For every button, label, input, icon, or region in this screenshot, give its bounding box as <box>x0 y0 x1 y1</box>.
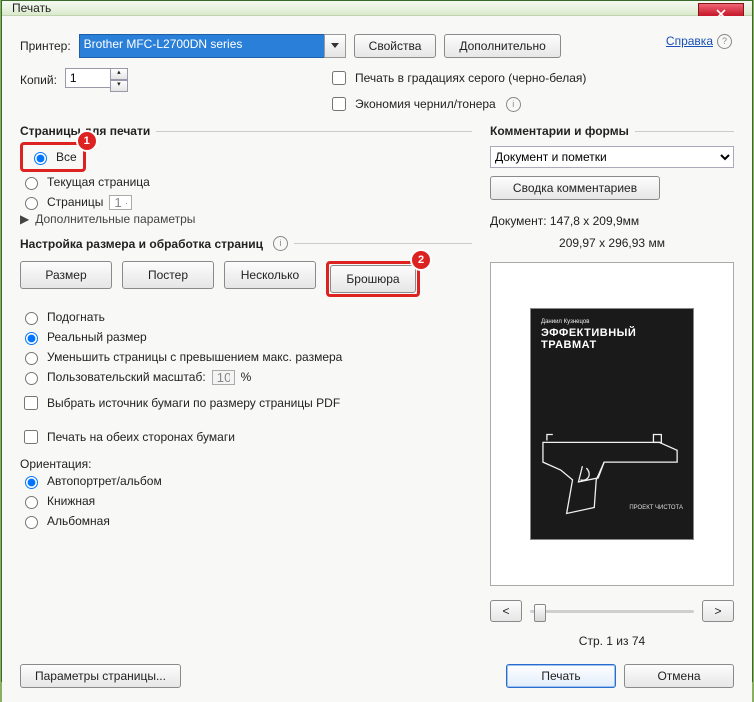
tab-booklet[interactable]: Брошюра <box>330 265 416 293</box>
grayscale-label: Печать в градациях серого (черно-белая) <box>355 71 586 85</box>
range-pages-input[interactable] <box>109 195 132 210</box>
annotation-badge-2: 2 <box>410 249 432 271</box>
scale-fit-radio[interactable] <box>25 312 38 325</box>
chevron-down-icon <box>331 43 339 49</box>
help-link[interactable]: Справка? <box>666 34 732 49</box>
page-counter: Стр. 1 из 74 <box>490 634 734 648</box>
orient-landscape-radio[interactable] <box>25 516 38 529</box>
percent-label: % <box>241 370 252 384</box>
saveink-checkbox[interactable] <box>332 97 346 111</box>
orient-portrait-radio[interactable] <box>25 496 38 509</box>
printer-label: Принтер: <box>20 39 71 53</box>
info-icon: i <box>506 97 521 112</box>
properties-button[interactable]: Свойства <box>354 34 437 58</box>
scale-actual-radio[interactable] <box>25 332 38 345</box>
scale-custom-label: Пользовательский масштаб: <box>47 370 206 384</box>
comments-title: Комментарии и формы <box>490 124 629 138</box>
orientation-title: Ориентация: <box>20 457 472 471</box>
printer-select[interactable]: Brother MFC-L2700DN series <box>79 34 325 58</box>
tab-size[interactable]: Размер <box>20 261 112 289</box>
range-all-label: Все <box>56 150 77 164</box>
window-title: Печать <box>8 1 51 15</box>
copies-spin-up[interactable]: ▴ <box>110 68 128 80</box>
info-icon: i <box>273 236 288 251</box>
print-button[interactable]: Печать <box>506 664 616 688</box>
tab-poster[interactable]: Постер <box>122 261 214 289</box>
duplex-label: Печать на обеих сторонах бумаги <box>47 430 235 444</box>
copies-label: Копий: <box>20 73 57 87</box>
orient-landscape-label: Альбомная <box>47 514 110 528</box>
book-title-line1: ЭФФЕКТИВНЫЙ <box>541 327 683 339</box>
printer-dropdown-button[interactable] <box>324 34 346 58</box>
saveink-label: Экономия чернил/тонера <box>355 97 496 111</box>
advanced-button[interactable]: Дополнительно <box>444 34 560 58</box>
preview-page: Даниил Кузнецов ЭФФЕКТИВНЫЙ ТРАВМАТ ПРОЕ… <box>530 308 694 540</box>
choose-source-checkbox[interactable] <box>24 396 38 410</box>
range-current-radio[interactable] <box>25 177 38 190</box>
handling-title: Настройка размера и обработка страниц <box>20 237 263 251</box>
comments-summary-button[interactable]: Сводка комментариев <box>490 176 660 200</box>
range-pages-radio[interactable] <box>25 197 38 210</box>
scale-custom-input[interactable] <box>212 370 235 385</box>
preview-prev-button[interactable]: < <box>490 600 522 622</box>
annotation-badge-1: 1 <box>76 130 98 152</box>
range-all-radio[interactable] <box>34 152 47 165</box>
book-title-line2: ТРАВМАТ <box>541 339 683 351</box>
choose-source-label: Выбрать источник бумаги по размеру стран… <box>47 396 340 410</box>
page-setup-button[interactable]: Параметры страницы... <box>20 664 181 688</box>
cancel-button[interactable]: Отмена <box>624 664 734 688</box>
range-current-label: Текущая страница <box>47 175 150 189</box>
orient-portrait-label: Книжная <box>47 494 95 508</box>
gun-icon <box>539 428 687 521</box>
scale-shrink-radio[interactable] <box>25 352 38 365</box>
copies-spin-down[interactable]: ▾ <box>110 80 128 92</box>
scale-fit-label: Подогнать <box>47 310 105 324</box>
duplex-checkbox[interactable] <box>24 430 38 444</box>
comments-select[interactable]: Документ и пометки <box>490 146 734 168</box>
book-author: Даниил Кузнецов <box>541 319 683 325</box>
scale-shrink-label: Уменьшить страницы с превышением макс. р… <box>47 350 342 364</box>
orient-auto-label: Автопортрет/альбом <box>47 474 162 488</box>
preview-next-button[interactable]: > <box>702 600 734 622</box>
help-icon: ? <box>717 34 732 49</box>
doc-size-label: Документ: 147,8 x 209,9мм <box>490 214 734 228</box>
preview-zoom-slider[interactable] <box>530 610 694 613</box>
range-pages-label: Страницы <box>47 195 103 209</box>
scale-actual-label: Реальный размер <box>47 330 147 344</box>
preview-area: Даниил Кузнецов ЭФФЕКТИВНЫЙ ТРАВМАТ ПРОЕ… <box>490 262 734 586</box>
titlebar: Печать <box>2 1 752 16</box>
scale-custom-radio[interactable] <box>25 372 38 385</box>
slider-thumb[interactable] <box>534 604 546 622</box>
paper-size-label: 209,97 x 296,93 мм <box>490 236 734 250</box>
copies-input[interactable] <box>65 68 111 88</box>
orient-auto-radio[interactable] <box>25 476 38 489</box>
tab-multiple[interactable]: Несколько <box>224 261 316 289</box>
more-options-toggle[interactable]: ▶Дополнительные параметры <box>20 212 472 226</box>
grayscale-checkbox[interactable] <box>332 71 346 85</box>
